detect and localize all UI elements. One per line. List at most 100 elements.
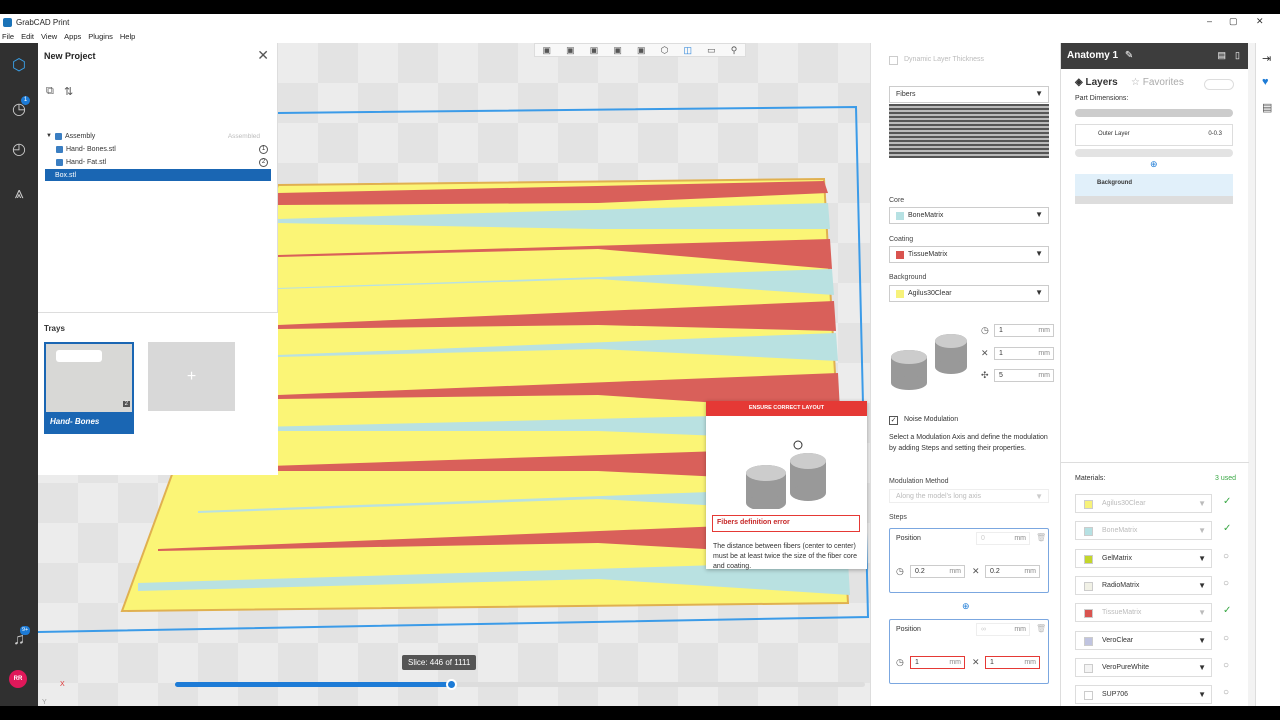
material-swatch bbox=[1084, 554, 1093, 564]
sort-icon[interactable]: ⇅ bbox=[64, 85, 73, 98]
layer-bar bbox=[1075, 149, 1233, 157]
step-coating-input[interactable]: 1 mm bbox=[985, 656, 1040, 669]
exit-icon[interactable]: ⇥ bbox=[1262, 52, 1271, 65]
material-dropdown[interactable]: VeroClear ▼ bbox=[1075, 630, 1212, 650]
anatomy-title: Anatomy 1 bbox=[1067, 50, 1119, 61]
background-dropdown[interactable]: Agilus30Clear ▼ bbox=[889, 285, 1049, 302]
menu-file[interactable]: File bbox=[2, 32, 14, 41]
tree-item-hand-fat[interactable]: Hand- Fat.stl 2 bbox=[46, 156, 270, 168]
material-dropdown[interactable]: BoneMatrix ▼ bbox=[1075, 521, 1212, 541]
menu-view[interactable]: View bbox=[41, 32, 57, 41]
save-icon[interactable]: ▤ bbox=[1217, 50, 1226, 61]
coating-dropdown[interactable]: TissueMatrix ▼ bbox=[889, 246, 1049, 263]
step-coating-input[interactable]: 0.2 mm bbox=[985, 565, 1040, 578]
add-tray-button[interactable]: + bbox=[148, 342, 235, 411]
material-row[interactable]: Agilus30Clear ▼ ✓ bbox=[1075, 494, 1240, 513]
outer-layer-row[interactable]: Outer Layer 0-0.3 bbox=[1075, 124, 1233, 146]
document-icon[interactable]: ▤ bbox=[1262, 101, 1272, 114]
material-dropdown[interactable]: Agilus30Clear ▼ bbox=[1075, 494, 1212, 513]
copy-icon[interactable]: ⧉ bbox=[46, 85, 54, 98]
tab-favorites[interactable]: ☆ Favorites bbox=[1131, 77, 1184, 88]
tray-card[interactable]: 2 Hand- Bones bbox=[44, 342, 134, 434]
caret-down-icon[interactable]: ▼ bbox=[46, 133, 52, 139]
material-row[interactable]: VeroClear ▼ ○ bbox=[1075, 630, 1240, 650]
maximize-button[interactable]: ▢ bbox=[1229, 16, 1238, 27]
close-window-button[interactable]: ✕ bbox=[1256, 16, 1264, 27]
core-dropdown[interactable]: BoneMatrix ▼ bbox=[889, 207, 1049, 224]
material-dropdown[interactable]: GelMatrix ▼ bbox=[1075, 548, 1212, 568]
left-nav: ⬡ ◷ 1 ◴ ⩓ ♫ 9+ RR bbox=[0, 43, 38, 706]
chevron-down-icon: ▼ bbox=[1035, 249, 1043, 258]
trash-icon[interactable]: 🗑 bbox=[1036, 533, 1046, 542]
printer-icon[interactable]: ⩓ bbox=[8, 183, 30, 205]
material-row[interactable]: GelMatrix ▼ ○ bbox=[1075, 548, 1240, 568]
step-core-input[interactable]: 0.2 mm bbox=[910, 565, 965, 578]
tab-layers[interactable]: ◈ Layers bbox=[1075, 77, 1118, 88]
core-size-input[interactable]: 1 mm bbox=[994, 324, 1054, 337]
anatomy-header: Anatomy 1 ✎ ▤ ▯ bbox=[1061, 43, 1248, 69]
noise-description: Select a Modulation Axis and define the … bbox=[889, 434, 1048, 452]
error-message: Fibers definition error bbox=[712, 515, 860, 532]
clock-icon[interactable]: ◴ bbox=[8, 139, 30, 161]
material-dropdown[interactable]: TissueMatrix ▼ bbox=[1075, 603, 1212, 623]
material-row[interactable]: RadioMatrix ▼ ○ bbox=[1075, 575, 1240, 595]
material-dropdown[interactable]: VeroPureWhite ▼ bbox=[1075, 657, 1212, 677]
steps-label: Steps bbox=[889, 514, 907, 521]
trash-icon[interactable]: 🗑 bbox=[1036, 624, 1046, 633]
trays-label: Trays bbox=[44, 324, 65, 333]
view-right-icon[interactable]: ▣ bbox=[613, 45, 622, 56]
step-position-label: Position bbox=[896, 626, 921, 633]
minimize-button[interactable]: – bbox=[1207, 16, 1212, 26]
pattern-preview bbox=[889, 104, 1049, 158]
material-dropdown[interactable]: RadioMatrix ▼ bbox=[1075, 575, 1212, 595]
noise-checkbox[interactable]: ✓ bbox=[889, 416, 898, 425]
properties-panel: Dynamic Layer Thickness Fibers ▼ Core Bon… bbox=[870, 43, 1060, 706]
material-row[interactable]: TissueMatrix ▼ ✓ bbox=[1075, 603, 1240, 623]
view-top-icon[interactable]: ▣ bbox=[637, 45, 646, 56]
popup-header: ENSURE CORRECT LAYOUT bbox=[706, 401, 867, 416]
cube-icon[interactable]: ⬡ bbox=[8, 55, 30, 77]
step-position-value: 0 bbox=[981, 535, 985, 542]
view-left-icon[interactable]: ▣ bbox=[590, 45, 599, 56]
status-circle-icon: ○ bbox=[1223, 659, 1230, 671]
edit-icon[interactable]: ✎ bbox=[1125, 50, 1133, 61]
material-dropdown[interactable]: SUP706 ▼ bbox=[1075, 685, 1212, 705]
close-panel-button[interactable]: ✕ bbox=[257, 47, 269, 64]
anatomy-icon[interactable]: ♥ bbox=[1262, 76, 1269, 88]
material-name: RadioMatrix bbox=[1102, 581, 1140, 589]
pattern-dropdown[interactable]: Fibers ▼ bbox=[889, 86, 1049, 103]
view-zoom-icon[interactable]: ⚲ bbox=[731, 45, 738, 56]
menu-help[interactable]: Help bbox=[120, 32, 135, 41]
file-icon[interactable]: ▯ bbox=[1235, 50, 1240, 61]
view-iso-icon[interactable]: ⬡ bbox=[661, 45, 669, 56]
tree-item-box[interactable]: Box.stl bbox=[45, 169, 271, 181]
add-layer-icon[interactable]: ⊕ bbox=[1150, 159, 1158, 170]
coating-size-input[interactable]: 1 mm bbox=[994, 347, 1054, 360]
menu-edit[interactable]: Edit bbox=[21, 32, 34, 41]
background-layer-row[interactable]: Background bbox=[1075, 174, 1233, 196]
step-core-input[interactable]: 1 mm bbox=[910, 656, 965, 669]
dynamic-layer-checkbox[interactable] bbox=[889, 56, 898, 65]
view-slice-icon[interactable]: ◫ bbox=[684, 45, 693, 56]
axis-y-label: Y bbox=[42, 699, 47, 706]
method-dropdown[interactable]: Along the model's long axis ▼ bbox=[889, 489, 1049, 503]
menu-plugins[interactable]: Plugins bbox=[88, 32, 113, 41]
slice-slider[interactable] bbox=[175, 679, 865, 690]
spacing-input[interactable]: 5 mm bbox=[994, 369, 1054, 382]
tree-item-hand-bones[interactable]: Hand- Bones.stl 1 bbox=[46, 143, 270, 155]
material-row[interactable]: SUP706 ▼ ○ bbox=[1075, 685, 1240, 705]
tray-thumbnail bbox=[56, 350, 102, 362]
add-step-icon[interactable]: ⊕ bbox=[962, 601, 970, 612]
material-row[interactable]: VeroPureWhite ▼ ○ bbox=[1075, 657, 1240, 677]
tree-item-assembly[interactable]: ▼ Assembly Assembled bbox=[46, 130, 270, 142]
menu-apps[interactable]: Apps bbox=[64, 32, 81, 41]
step-position-input[interactable]: 0 mm bbox=[976, 532, 1030, 545]
favorites-toggle[interactable] bbox=[1204, 79, 1234, 90]
view-front-icon[interactable]: ▣ bbox=[543, 45, 552, 56]
step-position-input[interactable]: ∞ mm bbox=[976, 623, 1030, 636]
material-row[interactable]: BoneMatrix ▼ ✓ bbox=[1075, 521, 1240, 541]
view-tray-icon[interactable]: ▭ bbox=[707, 45, 716, 56]
avatar[interactable]: RR bbox=[9, 670, 27, 688]
material-swatch bbox=[1084, 500, 1093, 509]
view-back-icon[interactable]: ▣ bbox=[566, 45, 575, 56]
